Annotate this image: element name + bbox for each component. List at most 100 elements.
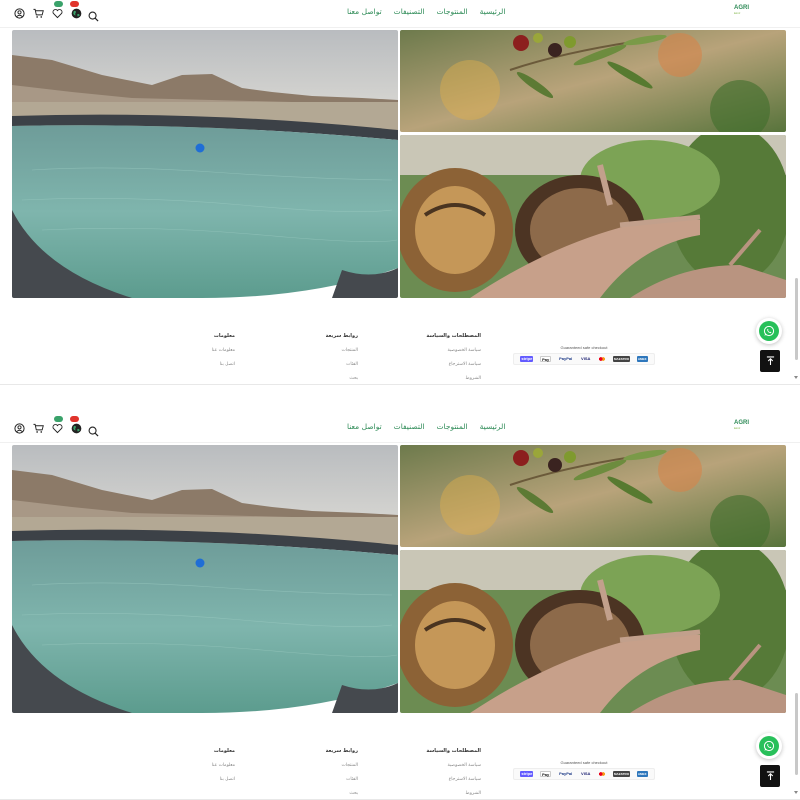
footer-link-refund[interactable]: سياسة الاسترجاع	[420, 777, 481, 782]
arrow-up-icon	[766, 356, 774, 366]
apple-pay-logo: Pay	[540, 356, 552, 362]
cart-count-badge	[70, 416, 79, 422]
footer-col-quick-links: روابط سريعة المنتجات الفئات بحث	[310, 333, 358, 385]
olive-branch-image	[400, 30, 786, 132]
nav-home[interactable]: الرئيسية	[480, 422, 506, 431]
safe-checkout-badge: Guaranteed safe checkout stripe Pay PayP…	[513, 760, 655, 780]
safe-checkout-badge: Guaranteed safe checkout stripe Pay PayP…	[513, 345, 655, 365]
site-logo[interactable]: AGRI kénz	[734, 420, 752, 438]
scroll-down-arrow[interactable]	[794, 376, 798, 379]
back-to-top-button[interactable]	[760, 350, 780, 372]
footer-col-title: المصطلحات والسياسة	[426, 748, 481, 754]
site-logo[interactable]: AGRI kénz	[734, 5, 752, 23]
cart-count-badge	[70, 1, 79, 7]
footer-link-contact[interactable]: اتصل بنا	[195, 362, 235, 367]
olive-branch-image	[400, 445, 786, 547]
arrow-up-icon	[766, 771, 774, 781]
snail-image	[400, 550, 786, 713]
nav-home[interactable]: الرئيسية	[480, 7, 506, 16]
footer-link-privacy[interactable]: سياسة الخصوصية	[420, 763, 481, 768]
footer-link-terms[interactable]: الشروط	[420, 791, 481, 796]
nav-contact[interactable]: تواصل معنا	[347, 422, 382, 431]
whatsapp-icon	[759, 736, 779, 756]
header-icons	[12, 416, 88, 435]
footer-link-products[interactable]: المنتجات	[310, 763, 358, 768]
scrollbar-thumb[interactable]	[795, 278, 798, 360]
payment-methods: stripe Pay PayPal VISA MAESTRO AMEX	[513, 768, 655, 780]
back-to-top-button[interactable]	[760, 765, 780, 787]
footer-link-contact[interactable]: اتصل بنا	[195, 777, 235, 782]
wishlist-count-badge	[54, 1, 63, 7]
user-icon[interactable]	[12, 421, 26, 435]
footer-link-about[interactable]: معلومات عنا	[195, 348, 235, 353]
cart-icon[interactable]	[31, 421, 45, 435]
nav-categories[interactable]: التصنيفات	[394, 422, 425, 431]
footer-link-refund[interactable]: سياسة الاسترجاع	[420, 362, 481, 367]
globe-icon[interactable]	[69, 416, 83, 435]
mastercard-logo	[598, 356, 606, 362]
cart-icon[interactable]	[31, 6, 45, 20]
stripe-logo: stripe	[520, 771, 534, 777]
whatsapp-button[interactable]	[756, 733, 782, 759]
main-nav: تواصل معنا التصنيفات المنتوجات الرئيسية	[335, 422, 505, 431]
footer-link-terms[interactable]: الشروط	[420, 376, 481, 381]
visa-logo: VISA	[581, 771, 591, 776]
heart-icon[interactable]	[50, 1, 64, 20]
footer-col-title: معلومات	[213, 748, 235, 754]
mastercard-logo	[598, 771, 606, 777]
nav-contact[interactable]: تواصل معنا	[347, 7, 382, 16]
logo-subtext: kénz	[734, 426, 741, 430]
footer-link-about[interactable]: معلومات عنا	[195, 763, 235, 768]
footer-col-quick-links: روابط سريعة المنتجات الفئات بحث	[310, 748, 358, 800]
footer-col-title: معلومات	[213, 333, 235, 339]
snail-image	[400, 135, 786, 298]
footer-link-privacy[interactable]: سياسة الخصوصية	[420, 348, 481, 353]
maestro-logo: MAESTRO	[613, 356, 631, 362]
footer-col-info: معلومات معلومات عنا اتصل بنا	[195, 748, 235, 791]
search-icon[interactable]	[88, 422, 101, 437]
maestro-logo: MAESTRO	[613, 771, 631, 777]
whatsapp-icon	[759, 321, 779, 341]
footer-col-terms: المصطلحات والسياسة سياسة الخصوصية سياسة …	[420, 748, 481, 800]
site-header: تواصل معنا التصنيفات المنتوجات الرئيسية …	[0, 0, 800, 28]
reservoir-image	[12, 30, 398, 298]
page-screenshot-bottom: تواصل معنا التصنيفات المنتوجات الرئيسية …	[0, 415, 800, 800]
site-footer: معلومات معلومات عنا اتصل بنا روابط سريعة…	[0, 300, 800, 385]
user-icon[interactable]	[12, 6, 26, 20]
footer-col-terms: المصطلحات والسياسة سياسة الخصوصية سياسة …	[420, 333, 481, 385]
logo-subtext: kénz	[734, 11, 741, 15]
footer-col-info: معلومات معلومات عنا اتصل بنا	[195, 333, 235, 376]
heart-icon[interactable]	[50, 416, 64, 435]
search-icon[interactable]	[88, 7, 101, 22]
paypal-logo: PayPal	[559, 771, 573, 776]
nav-categories[interactable]: التصنيفات	[394, 7, 425, 16]
amex-logo: AMEX	[636, 356, 648, 362]
main-nav: تواصل معنا التصنيفات المنتوجات الرئيسية	[335, 7, 505, 16]
nav-products[interactable]: المنتوجات	[436, 422, 467, 431]
whatsapp-button[interactable]	[756, 318, 782, 344]
footer-link-products[interactable]: المنتجات	[310, 348, 358, 353]
reservoir-image	[12, 445, 398, 713]
page-screenshot-top: تواصل معنا التصنيفات المنتوجات الرئيسية …	[0, 0, 800, 385]
globe-icon[interactable]	[69, 1, 83, 20]
wishlist-count-badge	[54, 416, 63, 422]
payment-methods: stripe Pay PayPal VISA MAESTRO AMEX	[513, 353, 655, 365]
paypal-logo: PayPal	[559, 356, 573, 361]
screenshot-gap	[0, 385, 800, 415]
visa-logo: VISA	[581, 356, 591, 361]
amex-logo: AMEX	[636, 771, 648, 777]
footer-col-title: روابط سريعة	[325, 333, 358, 339]
safe-checkout-title: Guaranteed safe checkout	[560, 345, 608, 350]
footer-link-search[interactable]: بحث	[310, 376, 358, 381]
footer-link-categories[interactable]: الفئات	[310, 777, 358, 782]
site-footer: معلومات معلومات عنا اتصل بنا روابط سريعة…	[0, 715, 800, 800]
header-icons	[12, 1, 88, 20]
footer-link-search[interactable]: بحث	[310, 791, 358, 796]
scroll-down-arrow[interactable]	[794, 791, 798, 794]
footer-col-title: المصطلحات والسياسة	[426, 333, 481, 339]
scrollbar-thumb[interactable]	[795, 693, 798, 775]
footer-link-categories[interactable]: الفئات	[310, 362, 358, 367]
nav-products[interactable]: المنتوجات	[436, 7, 467, 16]
screenshot-edge	[0, 384, 800, 385]
site-header: تواصل معنا التصنيفات المنتوجات الرئيسية …	[0, 415, 800, 443]
